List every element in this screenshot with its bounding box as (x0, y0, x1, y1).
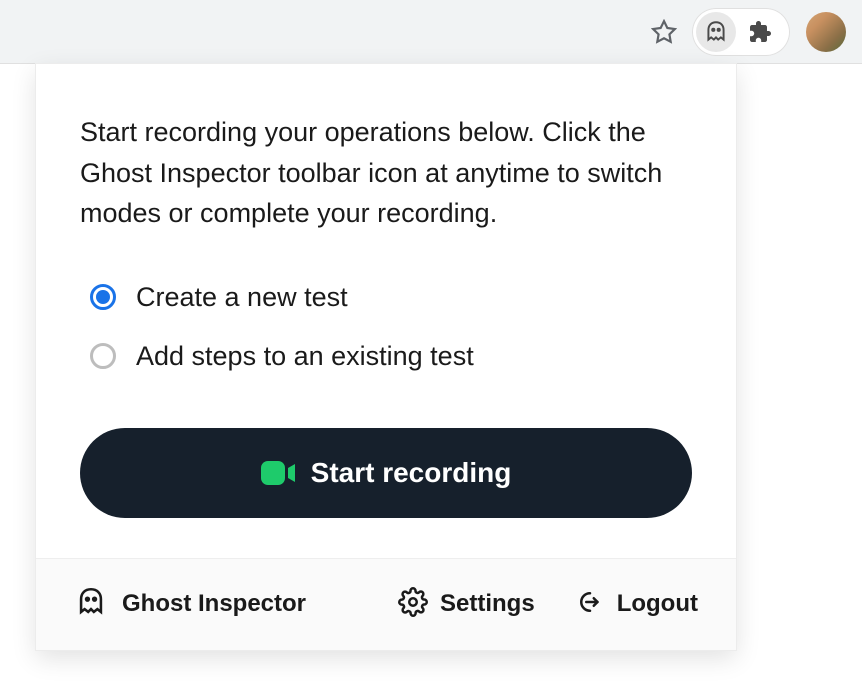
mode-radio-group: Create a new test Add steps to an existi… (80, 282, 692, 372)
settings-label: Settings (440, 590, 535, 618)
popup-content: Start recording your operations below. C… (36, 64, 736, 558)
gear-icon (398, 587, 428, 622)
browser-toolbar (0, 0, 862, 64)
video-camera-icon (261, 460, 295, 486)
user-avatar[interactable] (806, 12, 846, 52)
bookmark-star-icon[interactable] (644, 12, 684, 52)
radio-label: Add steps to an existing test (136, 341, 474, 372)
ghost-icon (74, 585, 108, 624)
instruction-text: Start recording your operations below. C… (80, 112, 692, 234)
start-button-label: Start recording (311, 457, 512, 489)
popup-footer: Ghost Inspector Settings Logout (36, 558, 736, 650)
extensions-puzzle-icon[interactable] (740, 12, 780, 52)
radio-add-steps-existing[interactable]: Add steps to an existing test (90, 341, 692, 372)
radio-button-unselected-icon (90, 343, 116, 369)
start-recording-button[interactable]: Start recording (80, 428, 692, 518)
brand-name: Ghost Inspector (122, 590, 306, 618)
logout-link[interactable]: Logout (575, 587, 698, 622)
ghost-inspector-extension-icon[interactable] (696, 12, 736, 52)
extension-popup: Start recording your operations below. C… (36, 64, 736, 650)
radio-button-selected-icon (90, 284, 116, 310)
logout-icon (575, 587, 605, 622)
radio-create-new-test[interactable]: Create a new test (90, 282, 692, 313)
radio-label: Create a new test (136, 282, 348, 313)
extensions-pill (692, 8, 790, 56)
settings-link[interactable]: Settings (398, 587, 535, 622)
logout-label: Logout (617, 590, 698, 618)
brand-link[interactable]: Ghost Inspector (74, 585, 306, 624)
